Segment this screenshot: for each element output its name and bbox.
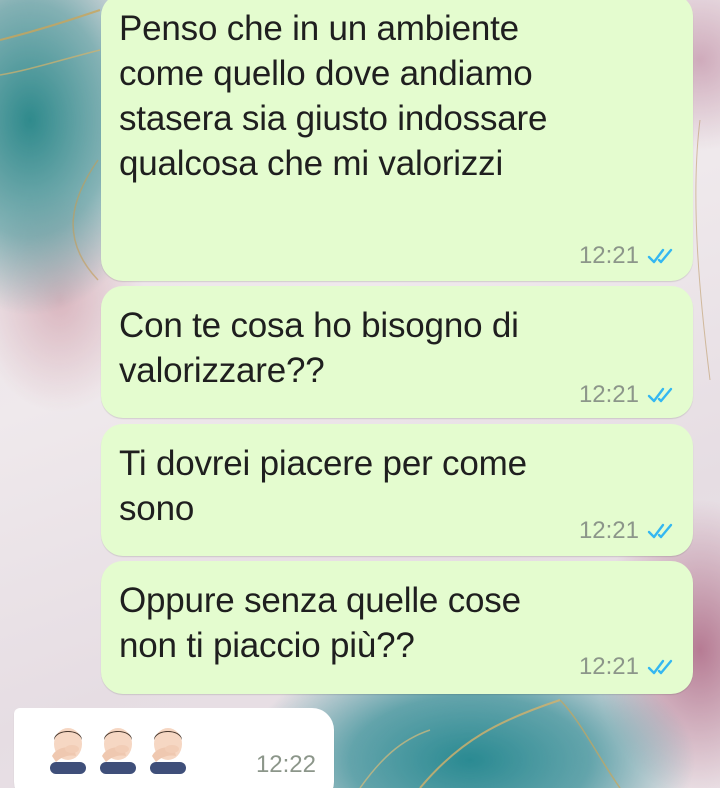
message-time: 12:21: [578, 381, 639, 408]
message-bubble-incoming[interactable]: 12:22: [14, 708, 334, 788]
message-time: 12:21: [578, 242, 639, 269]
message-line: stasera sia giusto indossare: [119, 99, 548, 138]
message-meta: 12:22: [256, 751, 316, 779]
message-text: Con te cosa ho bisogno di valorizzare??: [119, 303, 603, 393]
message-line: Penso che in un ambiente: [119, 9, 519, 48]
message-time: 12:21: [578, 653, 639, 680]
message-bubble-outgoing[interactable]: Con te cosa ho bisogno di valorizzare?? …: [101, 286, 693, 418]
message-line: valorizzare??: [119, 351, 325, 390]
message-meta: 12:21: [579, 517, 677, 545]
double-check-icon: [647, 659, 673, 675]
message-line: Con te cosa ho bisogno di: [119, 306, 519, 345]
double-check-icon: [647, 523, 673, 539]
man-facepalming-emoji: [100, 728, 136, 774]
message-meta: 12:21: [579, 653, 677, 681]
man-facepalming-emoji: [150, 728, 186, 774]
double-check-icon: [647, 387, 673, 403]
message-meta: 12:21: [579, 242, 677, 270]
double-check-icon: [647, 248, 673, 264]
message-meta: 12:21: [579, 381, 677, 409]
message-text: Oppure senza quelle cose non ti piaccio …: [119, 578, 603, 668]
message-line: non ti piaccio più??: [119, 626, 415, 665]
man-facepalming-emoji: [50, 728, 86, 774]
message-line: Oppure senza quelle cose: [119, 581, 521, 620]
chat-thread[interactable]: Penso che in un ambiente come quello dov…: [0, 0, 720, 788]
message-text: Penso che in un ambiente come quello dov…: [119, 6, 603, 186]
message-line: Ti dovrei piacere per come: [119, 444, 527, 483]
message-bubble-outgoing[interactable]: Oppure senza quelle cose non ti piaccio …: [101, 561, 693, 694]
message-time: 12:22: [255, 751, 316, 778]
message-line: sono: [119, 489, 195, 528]
message-bubble-outgoing[interactable]: Penso che in un ambiente come quello dov…: [101, 0, 693, 281]
message-line: come quello dove andiamo: [119, 54, 533, 93]
emoji-reply: [44, 722, 192, 774]
message-line: qualcosa che mi valorizzi: [119, 144, 504, 183]
message-time: 12:21: [578, 517, 639, 544]
message-text: Ti dovrei piacere per come sono: [119, 441, 603, 531]
message-bubble-outgoing[interactable]: Ti dovrei piacere per come sono 12:21: [101, 424, 693, 556]
